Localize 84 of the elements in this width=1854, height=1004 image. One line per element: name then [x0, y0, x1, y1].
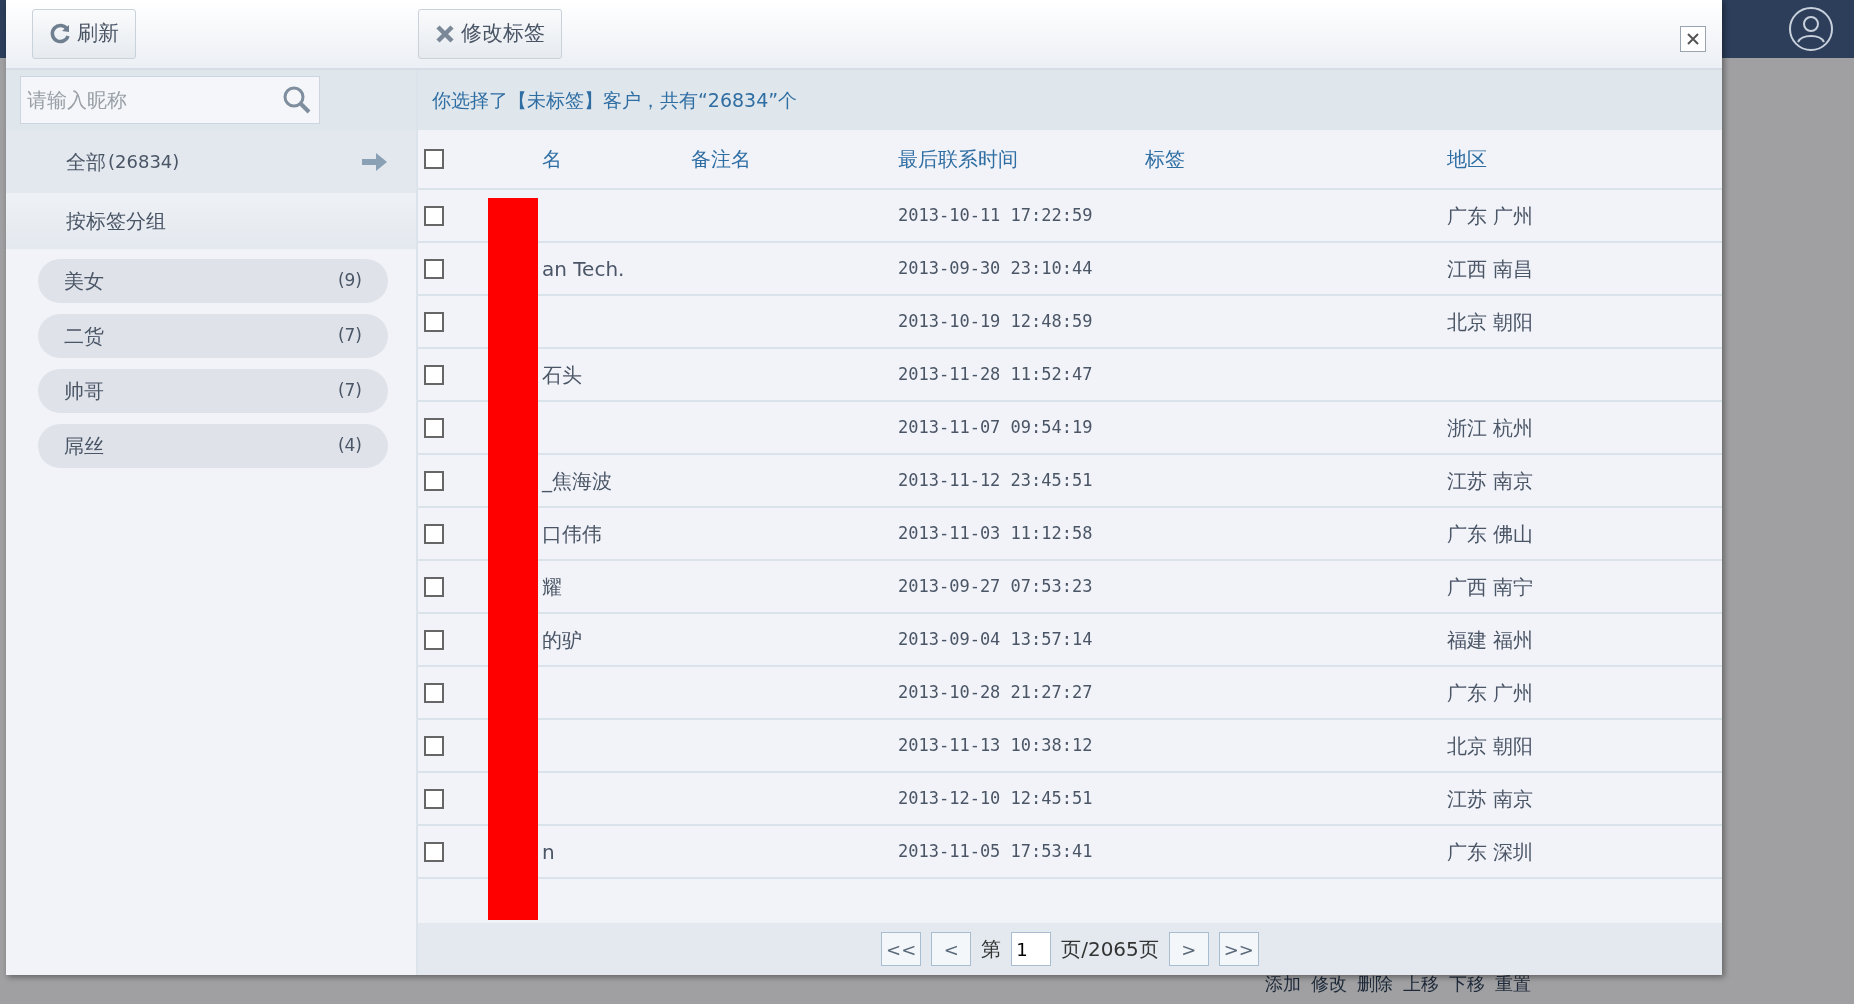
table-cell: 北京 朝阳 — [1447, 309, 1534, 334]
tag-item[interactable]: 屌丝 (4) — [38, 424, 388, 468]
table-cell: 浙江 杭州 — [1447, 415, 1534, 440]
tag-item[interactable]: 帅哥 (7) — [38, 369, 388, 413]
close-button[interactable] — [1680, 26, 1706, 52]
refresh-button[interactable]: 刷新 — [32, 9, 136, 59]
search-icon[interactable] — [282, 85, 312, 115]
item-count: (26834) — [108, 150, 180, 174]
checkbox[interactable] — [424, 149, 444, 169]
table-cell: 2013-11-05 17:53:41 — [898, 840, 1093, 861]
table-cell: 2013-09-04 13:57:14 — [898, 628, 1093, 649]
table-cell: n — [542, 839, 555, 864]
checkbox[interactable] — [424, 523, 444, 544]
page-label: 第 — [981, 936, 1002, 963]
checkbox[interactable] — [424, 417, 444, 438]
tag-count: (7) — [337, 324, 362, 348]
page-total: 页/2065页 — [1061, 936, 1159, 963]
table-cell: an Tech. — [542, 256, 625, 281]
tag-item[interactable]: 美女 (9) — [38, 259, 388, 303]
checkbox[interactable] — [424, 470, 444, 491]
tag-label: 帅哥 — [64, 378, 104, 405]
edit-tags-button[interactable]: 修改标签 — [418, 9, 562, 59]
table-cell: 2013-11-13 10:38:12 — [898, 734, 1093, 755]
column-header[interactable]: 备注名 — [691, 147, 751, 171]
tag-label: 美女 — [64, 268, 104, 295]
table-cell: 耀 — [542, 574, 562, 599]
tag-count: (4) — [337, 434, 362, 458]
table-cell: 2013-11-28 11:52:47 — [898, 363, 1093, 384]
table-cell: 2013-10-19 12:48:59 — [898, 310, 1093, 331]
cross-icon — [435, 24, 455, 44]
table-cell: 2013-11-12 23:45:51 — [898, 469, 1093, 490]
previous-page-button[interactable]: < — [931, 932, 972, 966]
table-cell: 口伟伟 — [542, 521, 602, 546]
column-header[interactable]: 标签 — [1145, 147, 1185, 171]
table-cell: 广东 广州 — [1447, 203, 1534, 228]
column-header[interactable]: 地区 — [1447, 147, 1487, 171]
checkbox[interactable] — [424, 258, 444, 279]
tag-label: 屌丝 — [64, 433, 104, 460]
close-icon — [1686, 32, 1700, 46]
checkbox[interactable] — [424, 629, 444, 650]
item-label: 全部 — [66, 148, 106, 176]
first-page-button[interactable]: << — [881, 932, 922, 966]
table-cell: 广东 佛山 — [1447, 521, 1534, 546]
search-field[interactable]: 请输入昵称 — [20, 76, 320, 124]
table-cell: 北京 朝阳 — [1447, 733, 1534, 758]
table-cell: 江苏 南京 — [1447, 468, 1534, 493]
table-cell: 2013-11-07 09:54:19 — [898, 416, 1093, 437]
table-cell: 的驴 — [542, 627, 582, 652]
checkbox[interactable] — [424, 788, 444, 809]
tag-count: (9) — [337, 269, 362, 293]
refresh-icon — [49, 23, 71, 45]
user-icon[interactable] — [1788, 6, 1834, 52]
tag-count: (7) — [337, 379, 362, 403]
table-cell: 2013-10-28 21:27:27 — [898, 681, 1093, 702]
table-cell: 江西 南昌 — [1447, 256, 1534, 281]
table-cell: 2013-09-30 23:10:44 — [898, 257, 1093, 278]
column-header[interactable]: 最后联系时间 — [898, 147, 1018, 171]
next-page-button[interactable]: > — [1168, 932, 1209, 966]
table-cell: 江苏 南京 — [1447, 786, 1534, 811]
column-header[interactable]: 名 — [542, 147, 562, 171]
checkbox[interactable] — [424, 735, 444, 756]
group-heading: 按标签分组 — [66, 208, 166, 235]
checkbox[interactable] — [424, 311, 444, 332]
last-page-button[interactable]: >> — [1218, 932, 1259, 966]
table-cell: 广东 深圳 — [1447, 839, 1534, 864]
table-cell: 2013-12-10 12:45:51 — [898, 787, 1093, 808]
table-cell: 2013-10-11 17:22:59 — [898, 204, 1093, 225]
table-cell: 福建 福州 — [1447, 627, 1534, 652]
checkbox[interactable] — [424, 682, 444, 703]
table-cell: 广东 广州 — [1447, 680, 1534, 705]
table-cell: 广西 南宁 — [1447, 574, 1534, 599]
checkbox[interactable] — [424, 205, 444, 226]
page-input[interactable]: 1 — [1011, 932, 1052, 966]
checkbox[interactable] — [424, 364, 444, 385]
tag-item[interactable]: 二货 (7) — [38, 314, 388, 358]
all-customers-item[interactable]: 全部(26834) — [6, 130, 416, 193]
checkbox[interactable] — [424, 576, 444, 597]
table-cell: 2013-09-27 07:53:23 — [898, 575, 1093, 596]
table-cell: _焦海波 — [542, 468, 612, 493]
checkbox[interactable] — [424, 841, 444, 862]
tag-label: 二货 — [64, 323, 104, 350]
selection-info: 你选择了【未标签】客户，共有“26834”个 — [432, 87, 798, 113]
table-cell: 石头 — [542, 362, 582, 387]
table-cell: 2013-11-03 11:12:58 — [898, 522, 1093, 543]
